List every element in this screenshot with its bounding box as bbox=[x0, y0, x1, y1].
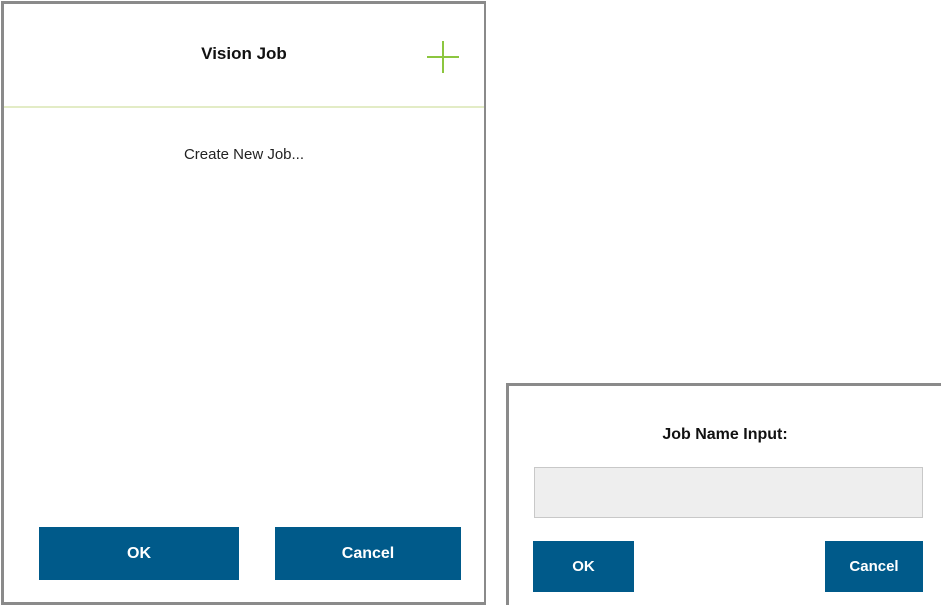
create-new-job-item[interactable]: Create New Job... bbox=[4, 108, 484, 163]
vision-job-title: Vision Job bbox=[201, 44, 287, 63]
job-name-ok-button[interactable]: OK bbox=[533, 541, 634, 592]
add-job-plus-icon[interactable] bbox=[427, 41, 459, 73]
vision-job-ok-button[interactable]: OK bbox=[39, 527, 239, 580]
job-name-input[interactable] bbox=[534, 467, 923, 518]
vision-job-dialog: Vision Job Create New Job... OK Cancel bbox=[1, 1, 486, 605]
job-list: Create New Job... bbox=[4, 108, 484, 163]
job-name-dialog: Job Name Input: OK Cancel bbox=[506, 383, 941, 605]
job-name-cancel-button[interactable]: Cancel bbox=[825, 541, 923, 592]
job-name-title: Job Name Input: bbox=[662, 426, 788, 443]
screen: Vision Job Create New Job... OK Cancel J… bbox=[0, 0, 941, 605]
vision-job-header: Vision Job bbox=[4, 4, 484, 108]
vision-job-cancel-button[interactable]: Cancel bbox=[275, 527, 461, 580]
